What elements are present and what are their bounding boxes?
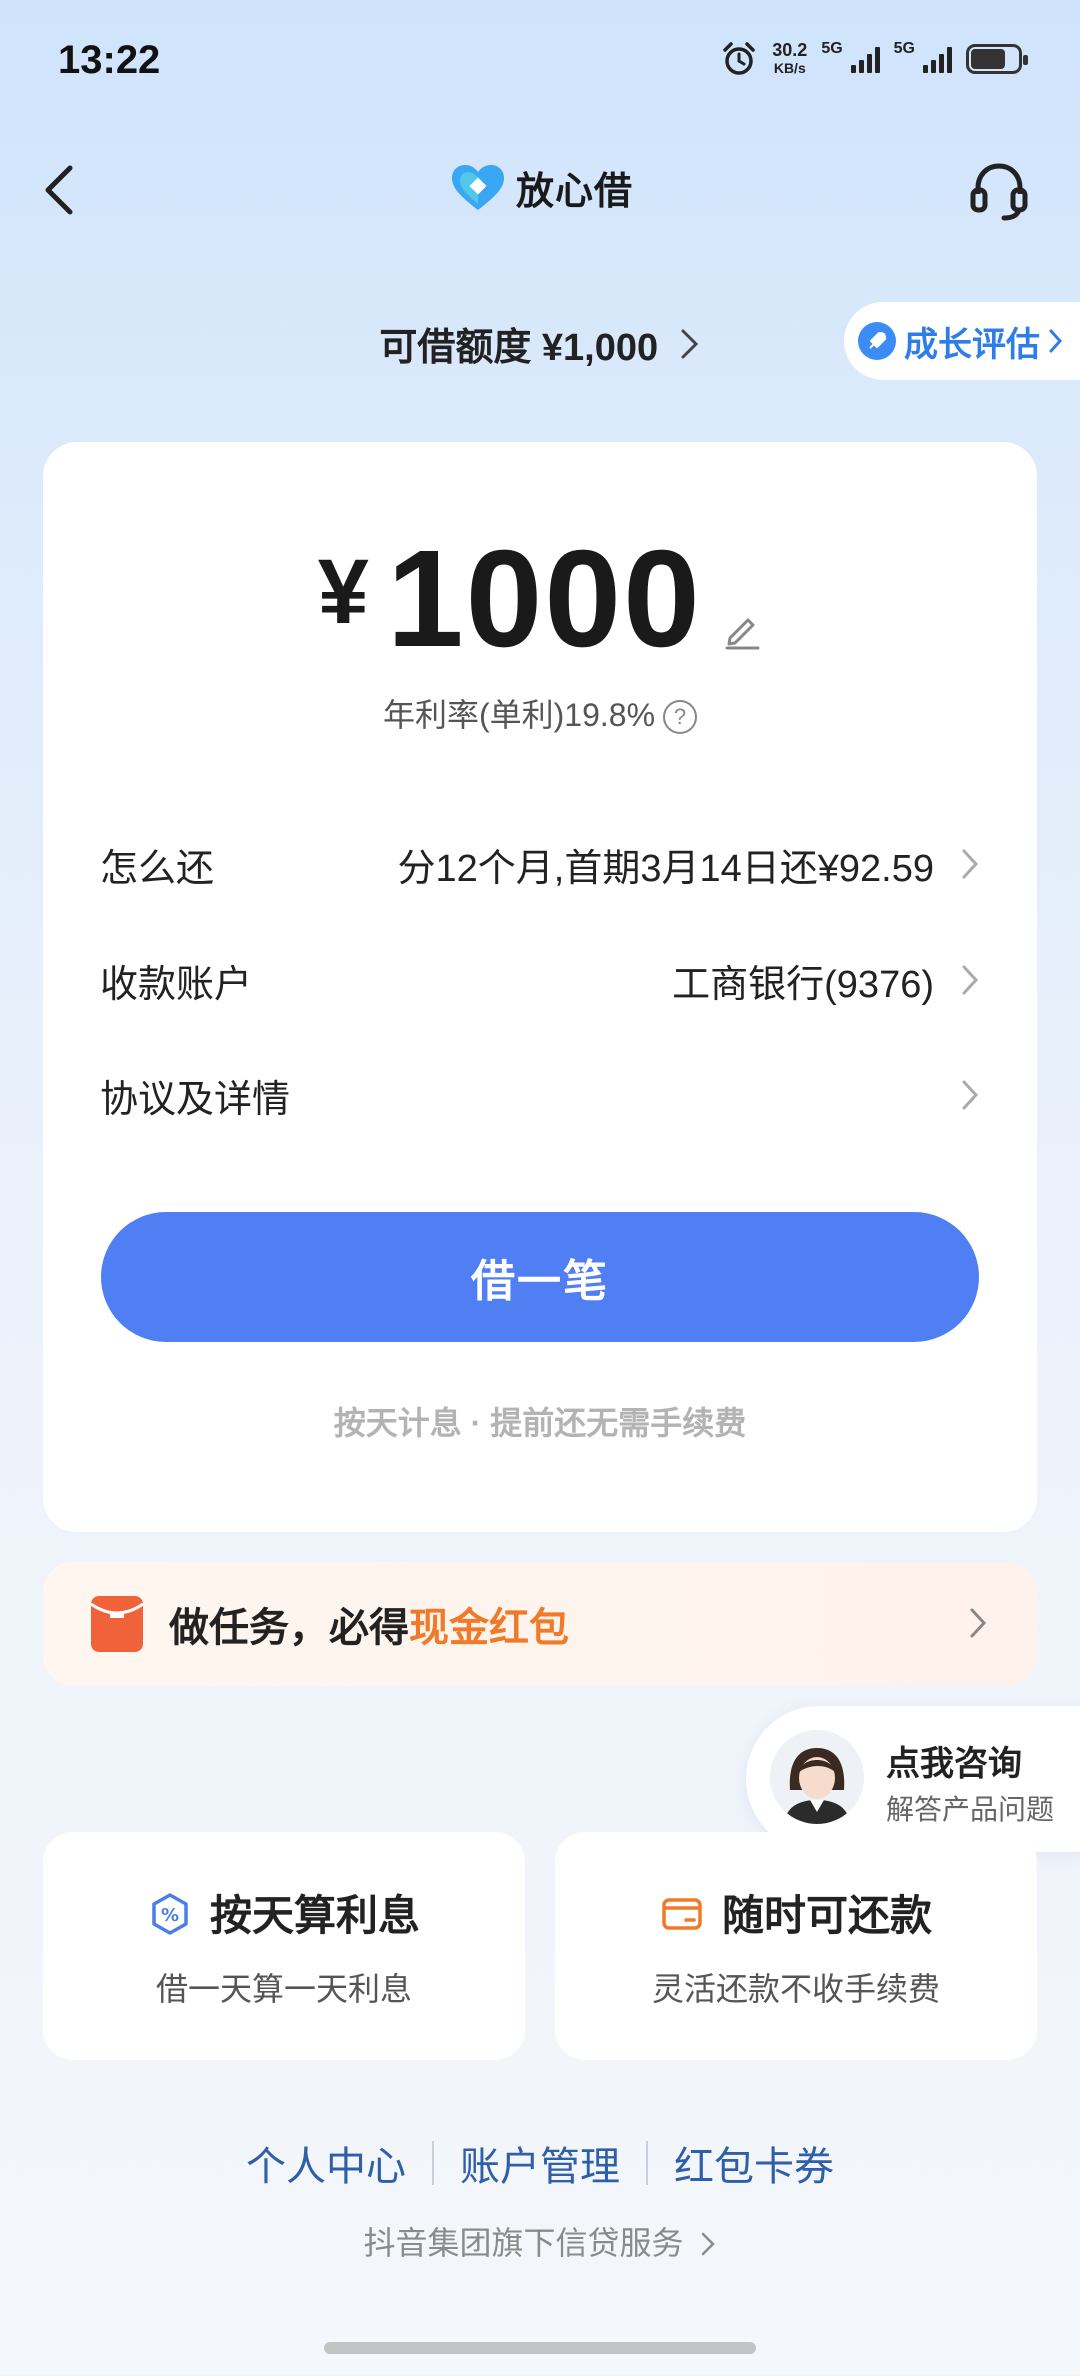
battery-icon <box>966 44 1028 74</box>
footer-link-coupons[interactable]: 红包卡券 <box>674 2134 834 2192</box>
growth-assessment-label: 成长评估 <box>904 325 1040 364</box>
footer-link-personal-center[interactable]: 个人中心 <box>246 2134 406 2192</box>
signal1-label: 5G <box>821 40 843 57</box>
row-value: 分12个月,首期3月14日还¥92.59 <box>397 847 934 890</box>
row-value: 工商银行(9376) <box>672 963 934 1006</box>
feature-card-repay-anytime: 随时可还款 灵活还款不收手续费 <box>555 1832 1037 2060</box>
alarm-icon <box>723 42 756 75</box>
status-time: 13:22 <box>58 38 161 82</box>
app-logo: 放心借 <box>450 160 633 215</box>
help-question-icon[interactable]: ? <box>663 700 698 734</box>
borrow-button[interactable]: 借一笔 <box>101 1212 979 1342</box>
task-text-prefix: 做任务，必得 <box>169 1606 409 1650</box>
currency-symbol: ¥ <box>317 541 369 643</box>
chevron-right-icon <box>702 2232 716 2256</box>
signal2-label: 5G <box>893 40 915 57</box>
interest-note: 按天计息 · 提前还无需手续费 <box>333 1405 747 1441</box>
task-text-highlight: 现金红包 <box>409 1606 569 1650</box>
row-label: 协议及详情 <box>100 1078 291 1121</box>
footer-links: 个人中心 账户管理 红包卡券 <box>0 2134 1080 2192</box>
net-speed-unit: KB/s <box>773 60 806 76</box>
heart-logo-icon <box>452 164 504 210</box>
net-speed-value: 30.2 <box>772 40 808 60</box>
signal2-icon <box>923 45 952 73</box>
growth-assessment-button[interactable]: 成长评估 <box>844 302 1080 380</box>
feature-title: 随时可还款 <box>721 1892 932 1939</box>
feature-title-wrap: 随时可还款 <box>555 1882 1037 1943</box>
credit-limit-label: 可借额度 ¥1,000 <box>379 327 659 369</box>
chevron-right-icon <box>962 965 979 995</box>
feature-subtitle: 借一天算一天利息 <box>155 1971 412 2007</box>
row-label: 怎么还 <box>100 847 215 890</box>
edit-pencil-icon[interactable] <box>722 610 762 650</box>
signal1-icon <box>850 45 880 73</box>
interest-rate: 年利率(单利)19.8%? <box>0 690 1080 736</box>
chevron-right-icon <box>681 329 698 358</box>
consult-title: 点我咨询 <box>886 1745 1022 1783</box>
red-envelope-icon <box>90 1596 144 1652</box>
network-speed: 30.2 KB/s <box>772 41 807 77</box>
chevron-right-icon <box>1049 329 1063 353</box>
divider <box>432 2141 434 2185</box>
customer-service-icon[interactable] <box>968 160 1030 224</box>
service-provider-text: 抖音集团旗下信贷服务 <box>363 2225 684 2261</box>
footer-link-account-management[interactable]: 账户管理 <box>460 2134 620 2192</box>
chevron-right-icon <box>970 1608 987 1638</box>
status-icons: 30.2 KB/s 5G 5G <box>720 40 1028 78</box>
feature-title: 按天算利息 <box>209 1892 420 1939</box>
receiving-account-row[interactable]: 收款账户 工商银行(9376) <box>100 945 980 1015</box>
repayment-plan-row[interactable]: 怎么还 分12个月,首期3月14日还¥92.59 <box>100 829 980 899</box>
card-icon <box>662 1898 702 1930</box>
app-name: 放心借 <box>516 171 634 213</box>
divider <box>646 2141 648 2185</box>
rocket-icon <box>858 322 896 360</box>
task-banner-text: 做任务，必得现金红包 <box>169 1595 569 1653</box>
agent-avatar <box>770 1730 864 1824</box>
chevron-right-icon <box>962 849 979 879</box>
feature-subtitle: 灵活还款不收手续费 <box>651 1971 940 2007</box>
consult-bubble[interactable]: 点我咨询 解答产品问题 <box>746 1706 1080 1852</box>
feature-card-daily-interest: % 按天算利息 借一天算一天利息 <box>43 1832 525 2060</box>
feature-title-wrap: % 按天算利息 <box>43 1882 525 1943</box>
task-banner[interactable]: 做任务，必得现金红包 <box>43 1562 1037 1686</box>
amount-value[interactable]: 1000 <box>387 522 702 676</box>
back-arrow-icon[interactable] <box>40 160 80 220</box>
svg-text:%: % <box>161 1905 179 1926</box>
percent-badge-icon: % <box>152 1893 188 1935</box>
home-indicator[interactable] <box>324 2342 756 2354</box>
interest-rate-text: 年利率(单利)19.8% <box>382 697 656 733</box>
row-label: 收款账户 <box>100 963 253 1006</box>
agreement-details-row[interactable]: 协议及详情 <box>100 1060 980 1130</box>
loan-amount: ¥1000 <box>0 520 1080 679</box>
chevron-right-icon <box>962 1080 979 1110</box>
consult-subtitle: 解答产品问题 <box>886 1794 1055 1825</box>
service-provider-link[interactable]: 抖音集团旗下信贷服务 <box>0 2218 1080 2264</box>
